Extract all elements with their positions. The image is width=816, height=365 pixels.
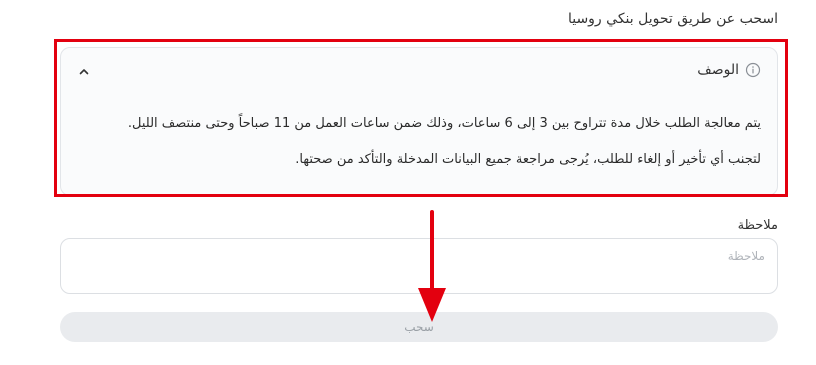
description-line-2: لتجنب أي تأخير أو إلغاء للطلب، يُرجى مرا… [295, 152, 761, 167]
note-input[interactable] [61, 239, 777, 293]
description-card: الوصف يتم معالجة الطلب خلال مدة تتراوح ب… [60, 47, 778, 196]
withdraw-button[interactable]: سحب [60, 312, 778, 342]
page-title: اسحب عن طريق تحويل بنكي روسيا [567, 11, 778, 27]
description-title: الوصف [697, 62, 739, 78]
description-line-1: يتم معالجة الطلب خلال مدة تتراوح بين 3 إ… [127, 116, 761, 131]
info-icon [745, 62, 761, 78]
note-field-wrapper [60, 238, 778, 294]
description-header[interactable]: الوصف [697, 62, 761, 78]
note-label: ملاحظة [737, 218, 778, 233]
chevron-up-icon[interactable] [77, 64, 91, 78]
